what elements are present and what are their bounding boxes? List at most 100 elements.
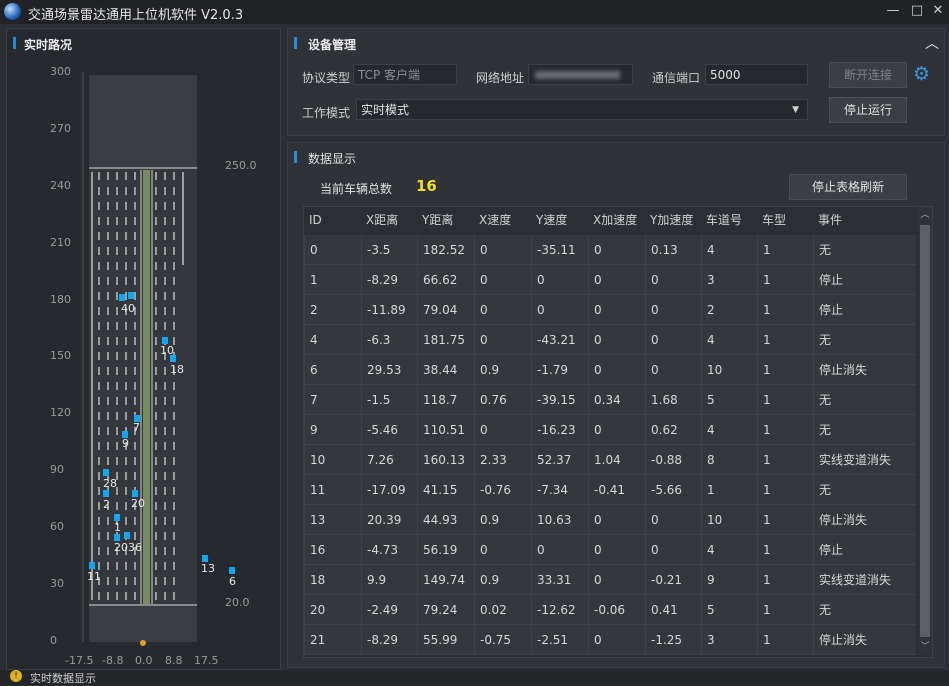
detection-near-distance: 20.0 (225, 596, 250, 609)
stop-refresh-button[interactable]: 停止表格刷新 (789, 174, 907, 200)
road-median (143, 170, 150, 604)
table-cell: 0 (588, 235, 645, 265)
table-row[interactable]: 9 -5.46 110.51 0 -16.23 0 0.62 4 1 无 (304, 415, 916, 445)
table-cell: 7 (304, 385, 361, 415)
protocol-field[interactable]: TCP 客户端 (353, 64, 457, 85)
table-cell: 0.9 (474, 505, 531, 535)
settings-gear-icon[interactable]: ⚙ (913, 63, 930, 85)
table-row[interactable]: 18 9.9 149.74 0.9 33.31 0 -0.21 9 1 实线变道消失 (304, 565, 916, 595)
close-button[interactable]: ✕ (929, 3, 947, 19)
vehicle-label: 13 (201, 562, 215, 575)
table-row[interactable]: 11 -17.09 41.15 -0.76 -7.34 -0.41 -5.66 1 1 无 (304, 475, 916, 505)
table-cell: 0 (588, 535, 645, 565)
table-row[interactable]: 4 -6.3 181.75 0 -43.21 0 0 4 1 无 (304, 325, 916, 355)
table-cell: 0 (474, 295, 531, 325)
y-tick: 300 (50, 65, 71, 78)
vehicle-marker[interactable] (162, 337, 168, 344)
vehicle-count-label: 当前车辆总数 (320, 182, 393, 196)
column-header[interactable]: X距离 (361, 207, 417, 233)
mode-select[interactable]: 实时模式 ▼ (356, 99, 808, 120)
column-header[interactable]: ID (304, 207, 361, 233)
table-cell: 0.76 (474, 385, 531, 415)
vehicle-marker[interactable] (103, 469, 109, 476)
vehicle-marker[interactable] (114, 534, 120, 541)
collapse-chevron-icon[interactable]: ︿ (925, 33, 939, 53)
table-cell: -0.06 (588, 595, 645, 625)
table-row[interactable]: 6 29.53 38.44 0.9 -1.79 0 0 10 1 停止消失 (304, 355, 916, 385)
table-cell: 0 (588, 415, 645, 445)
scroll-down-icon[interactable]: ﹀ (919, 639, 931, 653)
chevron-down-icon: ▼ (792, 105, 799, 115)
table-cell: 79.04 (417, 295, 474, 325)
radar-origin (140, 640, 146, 646)
table-cell: 5 (701, 385, 757, 415)
table-row[interactable]: 2 -11.89 79.04 0 0 0 0 2 1 停止 (304, 295, 916, 325)
table-cell: 9.9 (361, 565, 417, 595)
table-cell: 56.19 (417, 535, 474, 565)
table-cell: 110.51 (417, 415, 474, 445)
table-cell: 无 (813, 325, 916, 355)
table-cell: 0.34 (588, 385, 645, 415)
table-cell: -4.73 (361, 535, 417, 565)
maximize-button[interactable]: □ (908, 3, 926, 19)
vehicle-marker[interactable] (119, 294, 125, 301)
scrollbar-thumb[interactable] (920, 225, 930, 637)
column-header[interactable]: X加速度 (588, 207, 645, 233)
port-field[interactable]: 5000 (705, 64, 808, 85)
vehicle-label: 28 (103, 477, 117, 490)
table-cell: 2.33 (474, 445, 531, 475)
vehicle-marker[interactable] (124, 532, 130, 539)
column-header[interactable]: X速度 (474, 207, 531, 233)
stop-button[interactable]: 停止运行 (829, 97, 907, 123)
table-cell: 20.39 (361, 505, 417, 535)
y-tick: 0 (50, 634, 57, 647)
vehicle-marker[interactable] (202, 555, 208, 562)
vehicle-marker[interactable] (114, 514, 120, 521)
table-cell: 20 (304, 595, 361, 625)
table-scrollbar[interactable]: ︿ ﹀ (918, 207, 932, 655)
vehicle-marker[interactable] (103, 490, 109, 497)
table-cell: 2 (304, 295, 361, 325)
column-header[interactable]: 车型 (757, 207, 813, 233)
column-header[interactable]: 车道号 (701, 207, 757, 233)
table-cell: 79.24 (417, 595, 474, 625)
vehicle-marker[interactable] (128, 292, 134, 299)
table-cell: 44.93 (417, 505, 474, 535)
table-row[interactable]: 20 -2.49 79.24 0.02 -12.62 -0.06 0.41 5 1 无 (304, 595, 916, 625)
table-cell: 0 (588, 295, 645, 325)
table-cell: 0 (531, 265, 588, 295)
address-field[interactable] (528, 64, 633, 85)
disconnect-button[interactable]: 断开连接 (829, 62, 907, 88)
road-upper-zone (89, 75, 197, 168)
table-cell: -0.21 (645, 565, 701, 595)
table-row[interactable]: 16 -4.73 56.19 0 0 0 0 4 1 停止 (304, 535, 916, 565)
table-cell: 1 (304, 265, 361, 295)
column-header[interactable]: Y距离 (417, 207, 474, 233)
table-row[interactable]: 0 -3.5 182.52 0 -35.11 0 0.13 4 1 无 (304, 235, 916, 265)
column-header[interactable]: Y速度 (531, 207, 588, 233)
table-row[interactable]: 1 -8.29 66.62 0 0 0 0 3 1 停止 (304, 265, 916, 295)
table-row[interactable]: 10 7.26 160.13 2.33 52.37 1.04 -0.88 8 1 实线变道消失 (304, 445, 916, 475)
y-tick: 180 (50, 293, 71, 306)
table-cell: -7.34 (531, 475, 588, 505)
table-row[interactable]: 13 20.39 44.93 0.9 10.63 0 0 10 1 停止消失 (304, 505, 916, 535)
table-cell: 1 (757, 595, 813, 625)
scroll-up-icon[interactable]: ︿ (919, 207, 931, 221)
table-row[interactable]: 7 -1.5 118.7 0.76 -39.15 0.34 1.68 5 1 无 (304, 385, 916, 415)
vehicle-marker[interactable] (89, 562, 95, 569)
minimize-button[interactable]: — (884, 3, 902, 19)
column-header[interactable]: Y加速度 (645, 207, 701, 233)
table-row[interactable]: 21 -8.29 55.99 -0.75 -2.51 0 -1.25 3 1 停止消失 (304, 625, 916, 655)
table-cell: 8 (701, 445, 757, 475)
table-cell: -12.62 (531, 595, 588, 625)
column-header[interactable]: 事件 (813, 207, 916, 233)
table-cell: 0 (474, 265, 531, 295)
table-cell: 停止消失 (813, 625, 916, 655)
vehicle-marker[interactable] (132, 490, 138, 497)
table-cell: 38.44 (417, 355, 474, 385)
x-tick: -17.5 (65, 654, 94, 667)
table-cell: -1.79 (531, 355, 588, 385)
table-cell: 1 (757, 415, 813, 445)
vehicle-marker[interactable] (170, 355, 176, 362)
vehicle-marker[interactable] (229, 567, 235, 574)
